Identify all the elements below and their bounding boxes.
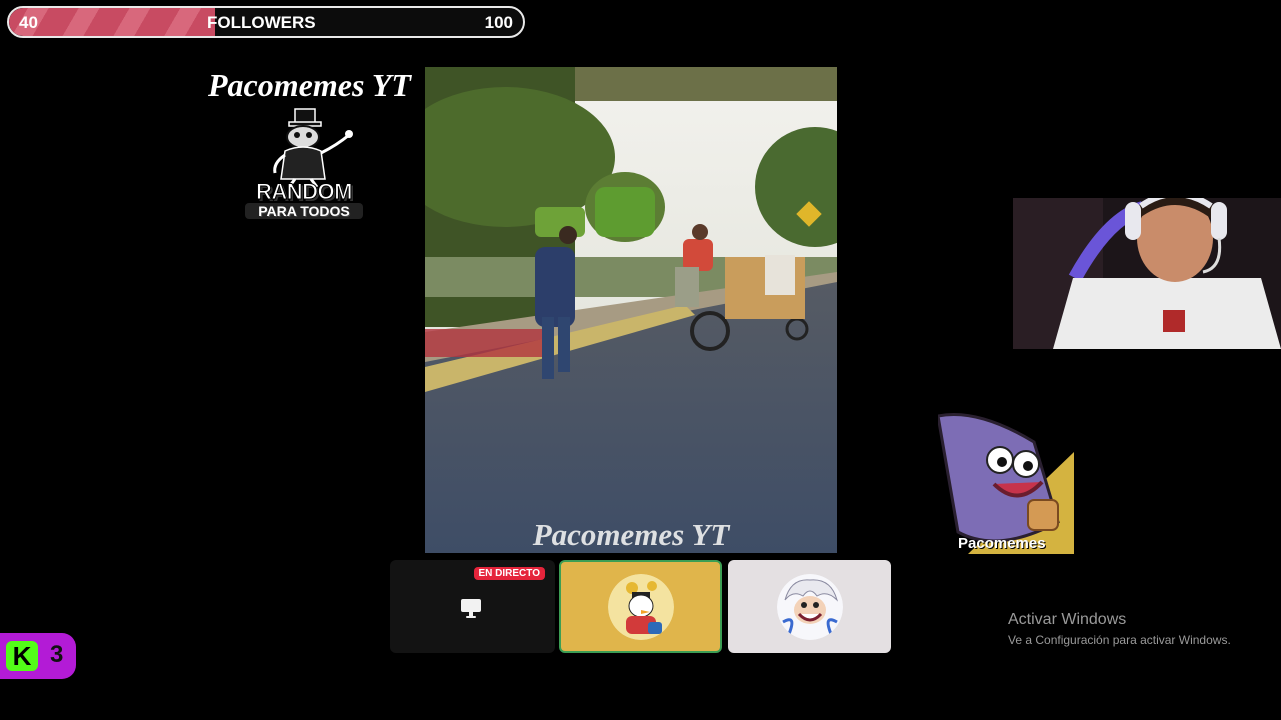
monitor-icon [461, 599, 481, 618]
activation-title: Activar Windows [1008, 611, 1127, 628]
kick-logo-icon: K [6, 641, 38, 671]
logo-line1: RANDOM [256, 179, 354, 205]
patrick-star-icon [938, 412, 1074, 554]
video-frame [425, 67, 837, 553]
logo-line2: PARA TODOS [245, 203, 363, 219]
channel-card-luffy[interactable] [728, 560, 891, 653]
random-para-todos-logo: RANDOM PARA TODOS [245, 107, 363, 227]
goal-label: FOLLOWERS [207, 13, 316, 32]
goal-progress-fill [9, 8, 215, 36]
scrooge-avatar [607, 573, 674, 640]
goal-current: 40 [19, 13, 38, 32]
patrick-star-sticker: Pacomemes [938, 412, 1074, 554]
webcam-feed [1013, 198, 1281, 349]
webcam-frame [1013, 198, 1281, 349]
top-hat-mascot-icon [273, 108, 353, 187]
luffy-gear5-avatar [776, 573, 843, 640]
video-watermark: Pacomemes YT [532, 517, 730, 552]
windows-activation-watermark: Activar Windows Ve a Configuración para … [1008, 611, 1231, 647]
kick-viewer-badge: K 3 [0, 633, 76, 679]
live-stream-card[interactable]: EN DIRECTO [390, 560, 555, 653]
goal-target: 100 [484, 13, 513, 32]
channel-card-scrooge[interactable] [559, 560, 722, 653]
activation-subtitle: Ve a Configuración para activar Windows. [1008, 633, 1231, 647]
luffy-avatar-image [776, 573, 843, 640]
channel-title: Pacomemes YT [208, 67, 411, 103]
live-badge: EN DIRECTO [473, 567, 545, 580]
sticker-label: Pacomemes [958, 535, 1046, 552]
main-video[interactable]: Pacomemes YT [425, 67, 837, 553]
kick-viewer-count: 3 [50, 641, 64, 668]
followers-goal-bar: 40 FOLLOWERS 100 [7, 6, 525, 38]
scrooge-avatar-image [607, 573, 674, 640]
